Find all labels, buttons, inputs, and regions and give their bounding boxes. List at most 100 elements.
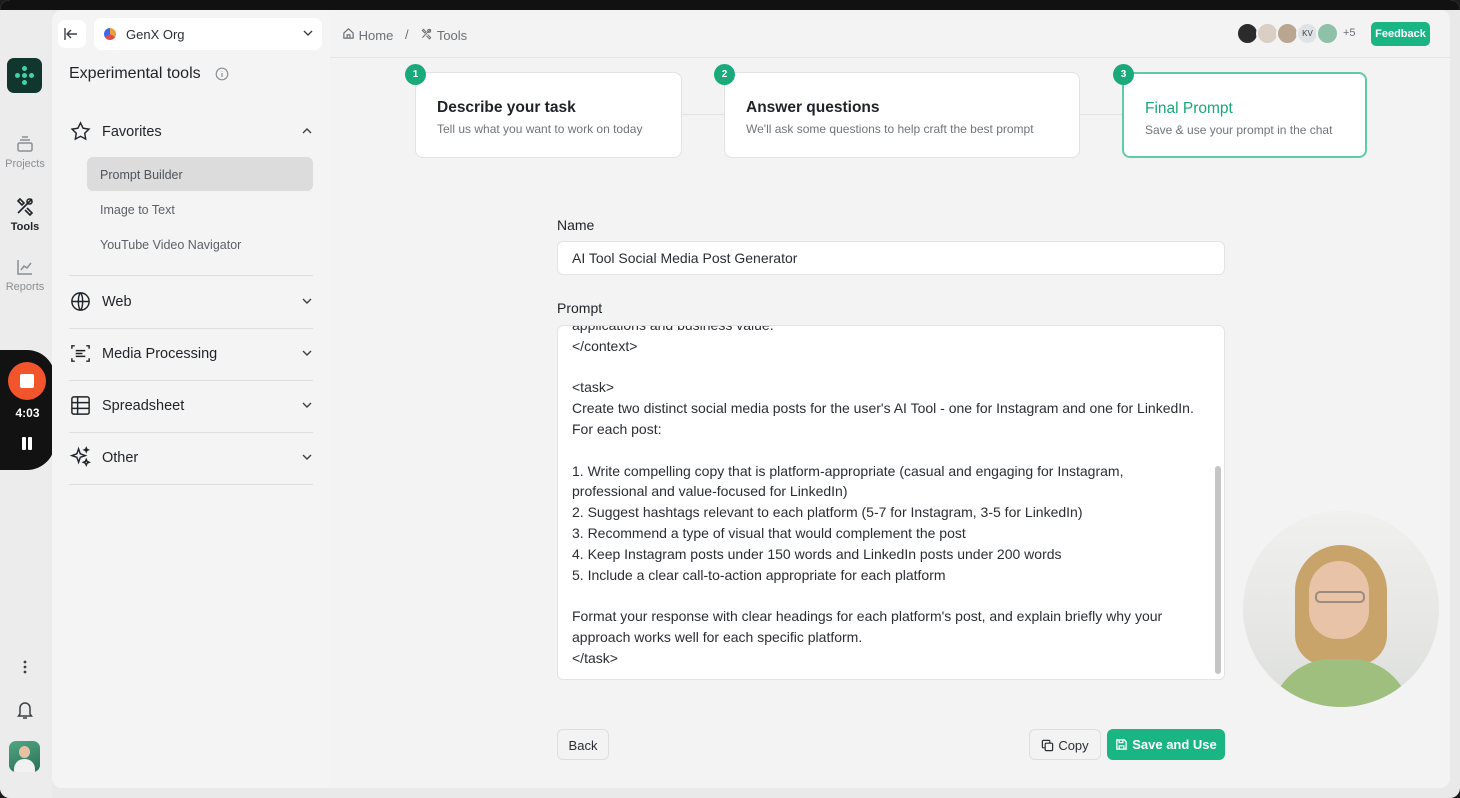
info-icon[interactable]	[215, 67, 229, 81]
step-number: 3	[1113, 64, 1134, 85]
org-selector[interactable]: GenX Org	[94, 18, 322, 50]
prompt-text: applications and business value. </conte…	[572, 325, 1194, 666]
group-media-processing[interactable]: Media Processing	[69, 340, 313, 370]
webcam-person-shirt	[1271, 659, 1411, 707]
sidebar-item-image-to-text[interactable]: Image to Text	[87, 192, 313, 226]
save-icon	[1116, 739, 1128, 750]
name-label: Name	[557, 217, 595, 233]
more-collaborators-count[interactable]: +5	[1343, 27, 1356, 39]
back-label: Back	[568, 738, 598, 753]
rail-item-reports[interactable]: Reports	[0, 257, 50, 293]
step-number: 2	[714, 64, 735, 85]
step-title: Describe your task	[437, 99, 576, 116]
name-input[interactable]	[557, 241, 1225, 275]
save-and-use-button[interactable]: Save and Use	[1107, 729, 1225, 760]
chevron-up-icon	[302, 128, 312, 134]
app-logo[interactable]	[7, 58, 42, 93]
sidebar-item-label: YouTube Video Navigator	[100, 238, 242, 252]
divider	[69, 275, 313, 276]
table-icon	[71, 396, 90, 415]
divider	[69, 484, 313, 485]
sparkles-icon	[69, 446, 91, 467]
org-name: GenX Org	[126, 27, 185, 42]
step-describe-task[interactable]: Describe your task Tell us what you want…	[415, 72, 682, 158]
chevron-down-icon	[302, 350, 312, 356]
prompt-label: Prompt	[557, 300, 603, 316]
chevron-down-icon	[302, 298, 312, 304]
back-button[interactable]: Back	[557, 729, 609, 760]
group-label: Other	[102, 450, 139, 466]
webcam-bubble[interactable]	[1243, 511, 1439, 707]
screen-recorder: 4:03	[0, 350, 55, 470]
save-label: Save and Use	[1132, 737, 1217, 752]
arrow-left-icon	[64, 28, 77, 40]
recording-timer: 4:03	[15, 406, 40, 420]
collapse-sidebar-button[interactable]	[58, 20, 86, 48]
prompt-scrollbar[interactable]	[1215, 466, 1221, 674]
tools-icon	[16, 197, 34, 217]
step-final-prompt[interactable]: Final Prompt Save & use your prompt in t…	[1122, 72, 1367, 158]
home-icon	[343, 27, 354, 39]
copy-icon	[1042, 739, 1054, 752]
rail-label: Reports	[5, 281, 45, 293]
breadcrumb-tools-label: Tools	[436, 27, 468, 43]
breadcrumb-separator: /	[404, 27, 409, 43]
chevron-down-icon	[302, 454, 312, 460]
panel-title-text: Experimental tools	[69, 65, 201, 82]
rail-label: Tools	[10, 221, 40, 233]
sidebar-item-youtube-video-navigator[interactable]: YouTube Video Navigator	[87, 227, 313, 261]
divider	[69, 380, 313, 381]
divider	[69, 328, 313, 329]
chart-line-icon	[17, 260, 32, 275]
app-window: Projects Tools Reports 4:03 GenX Org Exp…	[0, 0, 1460, 798]
rail-label: Projects	[5, 158, 45, 170]
user-avatar[interactable]	[9, 741, 40, 772]
sidebar-item-prompt-builder[interactable]: Prompt Builder	[87, 157, 313, 191]
panel-title: Experimental tools	[69, 65, 229, 83]
tools-sidebar: GenX Org Experimental tools Favorites Pr…	[52, 10, 330, 788]
divider	[69, 432, 313, 433]
chevron-down-icon	[303, 30, 313, 36]
window-top-edge	[0, 0, 1460, 10]
tools-icon	[421, 28, 432, 40]
prompt-textarea[interactable]: applications and business value. </conte…	[557, 325, 1225, 680]
copy-button[interactable]: Copy	[1029, 729, 1101, 760]
chevron-down-icon	[302, 402, 312, 408]
stop-recording-button[interactable]	[8, 362, 46, 400]
avatar	[1316, 22, 1339, 45]
step-connector	[1080, 114, 1122, 115]
breadcrumb: Home / Tools	[342, 26, 467, 43]
step-number: 1	[405, 64, 426, 85]
group-spreadsheet[interactable]: Spreadsheet	[69, 392, 313, 422]
step-subtitle: Save & use your prompt in the chat	[1145, 123, 1333, 137]
bell-icon[interactable]	[0, 700, 50, 725]
org-row: GenX Org	[52, 18, 330, 52]
group-label: Spreadsheet	[102, 398, 185, 414]
rail-item-projects[interactable]: Projects	[0, 134, 50, 170]
step-title: Answer questions	[746, 99, 880, 116]
step-subtitle: Tell us what you want to work on today	[437, 122, 643, 136]
group-favorites[interactable]: Favorites	[69, 118, 313, 148]
stack-icon	[17, 136, 33, 152]
rail-item-tools[interactable]: Tools	[0, 195, 50, 233]
breadcrumb-tools[interactable]: Tools	[420, 27, 467, 43]
step-answer-questions[interactable]: Answer questions We'll ask some question…	[724, 72, 1080, 158]
star-icon	[70, 121, 91, 141]
group-label: Media Processing	[102, 346, 218, 362]
group-other[interactable]: Other	[69, 444, 313, 474]
breadcrumb-home-label: Home	[358, 27, 394, 43]
sidebar-item-label: Prompt Builder	[100, 168, 183, 182]
feedback-button[interactable]: Feedback	[1371, 22, 1430, 46]
org-icon	[104, 28, 116, 40]
step-subtitle: We'll ask some questions to help craft t…	[746, 122, 1034, 136]
step-connector	[682, 114, 724, 115]
breadcrumb-home[interactable]: Home	[342, 27, 393, 43]
group-label: Web	[102, 294, 132, 310]
group-label: Favorites	[102, 124, 162, 140]
group-web[interactable]: Web	[69, 288, 313, 318]
more-options-icon[interactable]	[0, 660, 50, 679]
pause-icon[interactable]	[20, 437, 34, 451]
scan-text-icon	[71, 345, 90, 362]
globe-icon	[71, 292, 90, 311]
sidebar-item-label: Image to Text	[100, 203, 175, 217]
